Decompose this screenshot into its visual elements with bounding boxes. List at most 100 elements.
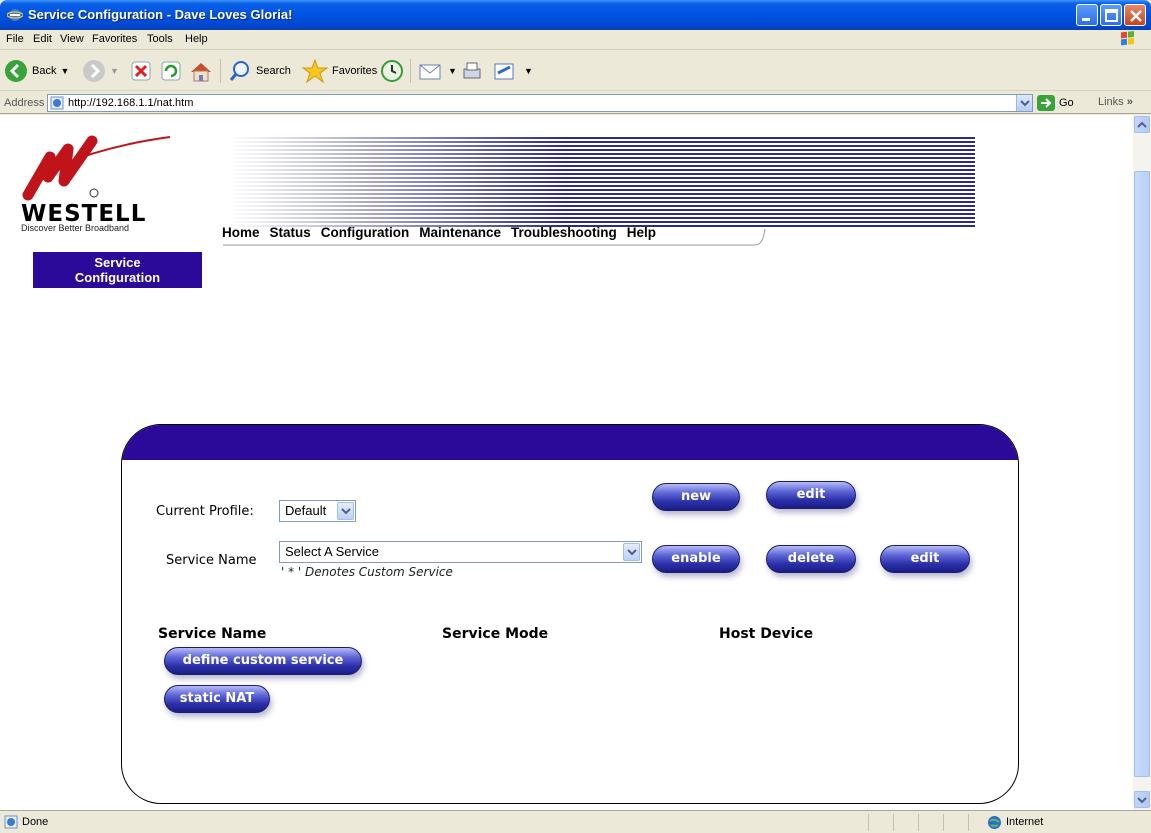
- stop-icon: [131, 61, 151, 81]
- edit-page-icon: [494, 63, 514, 80]
- menu-favorites[interactable]: Favorites: [92, 33, 137, 45]
- search-button[interactable]: Search: [228, 57, 291, 85]
- panel-header: [122, 425, 1018, 460]
- forward-button[interactable]: ▼: [82, 57, 119, 85]
- col-host-device: Host Device: [719, 626, 814, 642]
- search-label: Search: [256, 65, 291, 77]
- close-button[interactable]: [1124, 4, 1146, 26]
- nav-configuration[interactable]: Configuration: [321, 225, 409, 240]
- links-label: Links: [1098, 96, 1124, 108]
- nav-status[interactable]: Status: [270, 225, 311, 240]
- status-bar: Done Internet: [0, 810, 1151, 833]
- define-custom-service-button[interactable]: define custom service: [164, 647, 362, 675]
- nav-home[interactable]: Home: [222, 225, 260, 240]
- maximize-icon: [1105, 9, 1118, 22]
- header-stripes: [230, 137, 975, 227]
- nav-help[interactable]: Help: [627, 225, 656, 240]
- delete-button[interactable]: delete: [766, 545, 856, 573]
- menu-tools[interactable]: Tools: [147, 33, 173, 45]
- section-title: Service Configuration: [33, 252, 202, 288]
- favorites-star-icon: [302, 59, 328, 83]
- print-icon: [463, 62, 481, 79]
- address-label: Address: [4, 97, 45, 109]
- current-profile-label: Current Profile:: [156, 504, 254, 519]
- windows-logo-icon: [1121, 31, 1134, 46]
- scroll-up-icon[interactable]: [1134, 116, 1150, 133]
- forward-arrow-icon: [83, 60, 105, 82]
- service-select-value: Select A Service: [285, 544, 379, 559]
- service-name-label: Service Name: [166, 553, 257, 568]
- edit-service-button[interactable]: edit: [880, 545, 970, 573]
- go-arrow-icon: [1037, 95, 1055, 111]
- scroll-down-icon[interactable]: [1134, 791, 1150, 808]
- close-icon: [1130, 10, 1142, 22]
- menu-view[interactable]: View: [60, 33, 84, 45]
- menu-bar: File Edit View Favorites Tools Help: [0, 30, 1151, 50]
- home-button[interactable]: [188, 57, 214, 85]
- address-url: http://192.168.1.1/nat.htm: [68, 97, 194, 109]
- history-icon: [381, 60, 403, 82]
- status-text: Done: [22, 816, 49, 828]
- vertical-scrollbar[interactable]: [1133, 115, 1151, 810]
- maximize-button[interactable]: [1100, 4, 1122, 26]
- enable-button[interactable]: enable: [652, 545, 740, 573]
- go-button[interactable]: Go: [1037, 95, 1074, 111]
- col-service-mode: Service Mode: [442, 626, 549, 642]
- main-nav: Home Status Configuration Maintenance Tr…: [222, 225, 666, 240]
- internet-globe-icon: [988, 816, 1001, 829]
- page-content: WESTELL Discover Better Broadband Home S…: [0, 115, 1133, 810]
- go-label: Go: [1059, 97, 1074, 109]
- address-dropdown-icon[interactable]: [1016, 95, 1032, 111]
- section-title-line1: Service: [94, 255, 141, 270]
- title-bar[interactable]: Service Configuration - Dave Loves Glori…: [0, 0, 1151, 30]
- links-button[interactable]: Links »: [1098, 96, 1133, 108]
- nav-maintenance[interactable]: Maintenance: [419, 225, 501, 240]
- edit-dropdown-icon[interactable]: ▼: [524, 66, 533, 76]
- nav-troubleshooting[interactable]: Troubleshooting: [511, 225, 617, 240]
- static-nat-button[interactable]: static NAT: [164, 685, 270, 713]
- ie-icon: [7, 9, 23, 21]
- edit-page-button[interactable]: ▼: [492, 57, 533, 85]
- col-service-name: Service Name: [158, 626, 267, 642]
- refresh-button[interactable]: [160, 57, 182, 85]
- mail-dropdown-icon[interactable]: ▼: [448, 66, 457, 76]
- minimize-icon: [1082, 18, 1090, 21]
- menu-help[interactable]: Help: [185, 33, 208, 45]
- new-profile-button[interactable]: new: [652, 483, 740, 511]
- home-icon: [191, 63, 211, 82]
- history-button[interactable]: [380, 57, 404, 85]
- brand-tagline: Discover Better Broadband: [21, 223, 130, 233]
- current-profile-value: Default: [285, 503, 327, 518]
- menu-edit[interactable]: Edit: [33, 33, 52, 45]
- favorites-label: Favorites: [332, 65, 378, 77]
- scroll-thumb[interactable]: [1134, 171, 1150, 777]
- toolbar: Back ▼ ▼ Search Favorites ▼ ▼: [0, 51, 1151, 91]
- menu-file[interactable]: File: [6, 33, 24, 45]
- service-panel: new edit Current Profile: Default Servic…: [121, 424, 1019, 804]
- page-icon: [50, 96, 64, 110]
- address-input[interactable]: http://192.168.1.1/nat.htm: [47, 94, 1033, 112]
- custom-service-note: ' * ' Denotes Custom Service: [281, 565, 453, 579]
- security-zone: Internet: [1006, 816, 1044, 828]
- back-button[interactable]: Back ▼: [4, 57, 69, 85]
- mail-icon: [419, 64, 441, 80]
- search-icon: [229, 61, 249, 81]
- service-dropdown-icon: [623, 543, 640, 561]
- address-bar: Address http://192.168.1.1/nat.htm Go Li…: [0, 92, 1151, 114]
- print-button[interactable]: [460, 57, 484, 85]
- back-dropdown-icon[interactable]: ▼: [60, 66, 69, 76]
- minimize-button[interactable]: [1076, 4, 1098, 26]
- stop-button[interactable]: [130, 57, 152, 85]
- profile-dropdown-icon: [337, 502, 354, 520]
- edit-profile-button[interactable]: edit: [766, 481, 856, 509]
- page-done-icon: [4, 815, 18, 829]
- mail-button[interactable]: ▼: [418, 57, 457, 85]
- section-title-line2: Configuration: [74, 270, 161, 285]
- current-profile-select[interactable]: Default: [279, 500, 356, 522]
- back-label: Back: [32, 65, 57, 77]
- window-title: Service Configuration - Dave Loves Glori…: [28, 7, 293, 22]
- forward-dropdown-icon: ▼: [110, 66, 119, 76]
- service-select[interactable]: Select A Service: [279, 541, 642, 563]
- refresh-icon: [161, 61, 181, 81]
- favorites-button[interactable]: Favorites: [302, 57, 377, 85]
